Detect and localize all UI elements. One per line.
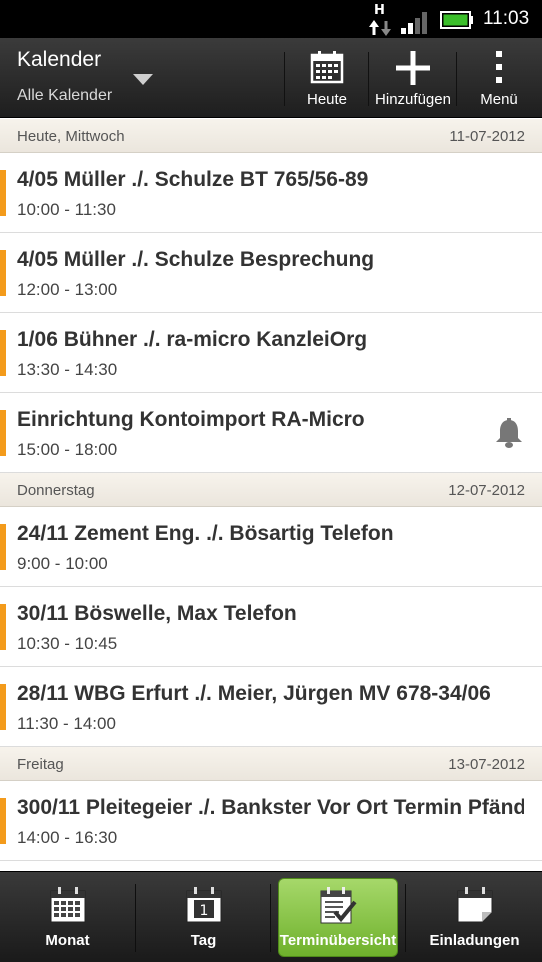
- tab-label: Terminübersicht: [279, 932, 397, 949]
- menu-label: Menü: [480, 91, 518, 108]
- reminder-bell-icon: [496, 418, 522, 448]
- day-calendar-icon: 1: [186, 887, 221, 923]
- event-item[interactable]: 24/11 Zement Eng. ./. Bösartig Telefon 9…: [0, 507, 542, 587]
- add-button[interactable]: Hinzufügen: [370, 38, 456, 118]
- divider: [284, 52, 285, 106]
- calendar-icon: [310, 51, 344, 84]
- menu-button[interactable]: Menü: [458, 38, 540, 118]
- divider: [456, 52, 457, 106]
- tab-month[interactable]: Monat: [0, 872, 135, 962]
- event-time: 10:00 - 11:30: [17, 200, 116, 219]
- calendar-color-bar: [0, 410, 6, 456]
- battery-icon: [440, 11, 473, 29]
- event-time: 9:00 - 10:00: [17, 554, 108, 573]
- event-time: 14:00 - 16:30: [17, 828, 118, 847]
- calendar-filter-label: Alle Kalender: [17, 87, 113, 104]
- event-title: 4/05 Müller ./. Schulze Besprechung: [17, 248, 375, 271]
- event-item[interactable]: 28/11 WBG Erfurt ./. Meier, Jürgen MV 67…: [0, 667, 542, 747]
- svg-text:1: 1: [199, 903, 208, 919]
- tab-label: Tag: [190, 932, 217, 949]
- divider: [368, 52, 369, 106]
- event-title: 24/11 Zement Eng. ./. Bösartig Telefon: [17, 522, 394, 545]
- tab-label: Monat: [45, 932, 90, 949]
- tab-invitations[interactable]: Einladungen: [407, 872, 542, 962]
- day-date: 13-07-2012: [448, 756, 525, 773]
- event-title: 28/11 WBG Erfurt ./. Meier, Jürgen MV 67…: [17, 682, 491, 705]
- event-time: 10:30 - 10:45: [17, 634, 118, 653]
- status-bar: H 11:03: [0, 0, 542, 38]
- event-title: 4/05 Müller ./. Schulze BT 765/56-89: [17, 168, 369, 191]
- calendar-color-bar: [0, 330, 6, 376]
- event-time: 15:00 - 18:00: [17, 440, 118, 459]
- invitation-note-icon: [457, 887, 492, 923]
- divider: [135, 884, 136, 952]
- calendar-color-bar: [0, 250, 6, 296]
- calendar-color-bar: [0, 170, 6, 216]
- event-item[interactable]: 30/11 Böswelle, Max Telefon 10:30 - 10:4…: [0, 587, 542, 667]
- app-title: Kalender: [17, 48, 102, 71]
- add-label: Hinzufügen: [375, 91, 451, 108]
- day-date: 11-07-2012: [449, 128, 525, 145]
- month-grid-icon: [50, 887, 85, 923]
- day-label: Donnerstag: [17, 482, 95, 499]
- day-header: Heute, Mittwoch 11-07-2012: [0, 119, 542, 153]
- calendar-color-bar: [0, 524, 6, 570]
- event-time: 12:00 - 13:00: [17, 280, 118, 299]
- event-time: 13:30 - 14:30: [17, 360, 118, 379]
- clock: 11:03: [483, 8, 530, 29]
- calendar-color-bar: [0, 684, 6, 730]
- bottom-tab-bar: Monat 1 Tag Terminübersicht Einladungen: [0, 871, 542, 962]
- signal-strength-icon: [401, 12, 427, 34]
- event-item[interactable]: 4/05 Müller ./. Schulze BT 765/56-89 10:…: [0, 153, 542, 233]
- event-item[interactable]: Einrichtung Kontoimport RA-Micro 15:00 -…: [0, 393, 542, 473]
- network-indicator: H: [366, 3, 392, 37]
- today-label: Heute: [306, 91, 348, 108]
- day-label: Freitag: [17, 756, 64, 773]
- day-header: Freitag 13-07-2012: [0, 747, 542, 781]
- day-date: 12-07-2012: [448, 482, 525, 499]
- action-bar: Kalender Alle Kalender Heute Hinzufügen: [0, 38, 542, 118]
- event-title: 30/11 Böswelle, Max Telefon: [17, 602, 297, 625]
- event-item[interactable]: 300/11 Pleitegeier ./. Bankster Vor Ort …: [0, 781, 542, 861]
- divider: [270, 884, 271, 952]
- today-button[interactable]: Heute: [286, 38, 368, 118]
- menu-dots-icon: [496, 51, 502, 83]
- plus-icon: [396, 51, 430, 85]
- calendar-color-bar: [0, 604, 6, 650]
- calendar-color-bar: [0, 798, 6, 844]
- event-item[interactable]: 4/05 Müller ./. Schulze Besprechung 12:0…: [0, 233, 542, 313]
- tab-agenda[interactable]: Terminübersicht: [275, 872, 401, 962]
- event-title: 1/06 Bühner ./. ra-micro KanzleiOrg: [17, 328, 368, 351]
- network-type-label: H: [374, 3, 385, 18]
- divider: [405, 884, 406, 952]
- calendar-selector[interactable]: Kalender Alle Kalender: [0, 38, 170, 118]
- data-arrows-icon: [369, 20, 391, 36]
- agenda-check-icon: [320, 887, 357, 924]
- tab-label: Einladungen: [429, 932, 520, 949]
- event-title: 300/11 Pleitegeier ./. Bankster Vor Ort …: [17, 796, 524, 819]
- event-item[interactable]: 1/06 Bühner ./. ra-micro KanzleiOrg 13:3…: [0, 313, 542, 393]
- dropdown-caret-icon: [133, 74, 153, 85]
- agenda-list[interactable]: Heute, Mittwoch 11-07-2012 4/05 Müller .…: [0, 119, 542, 871]
- day-label: Heute, Mittwoch: [17, 128, 125, 145]
- day-header: Donnerstag 12-07-2012: [0, 473, 542, 507]
- event-time: 11:30 - 14:00: [17, 714, 116, 733]
- tab-day[interactable]: 1 Tag: [137, 872, 270, 962]
- event-title: Einrichtung Kontoimport RA-Micro: [17, 408, 365, 431]
